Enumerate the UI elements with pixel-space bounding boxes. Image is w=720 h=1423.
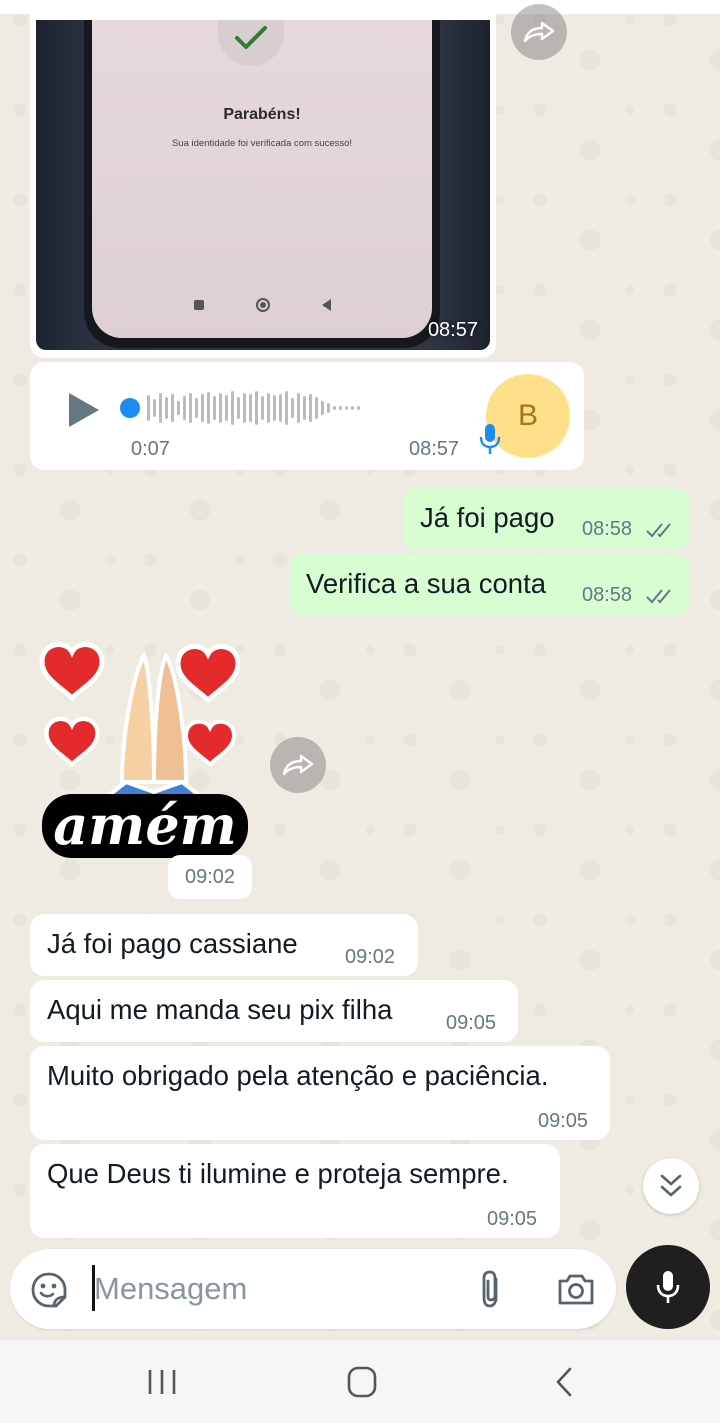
voice-progress-knob[interactable]: [120, 398, 140, 418]
phone-nav-buttons: [92, 298, 432, 312]
waveform-bar: [267, 393, 270, 423]
system-navigation-bar: [0, 1340, 720, 1423]
waveform-bar: [261, 396, 264, 420]
waveform-bar: [279, 394, 282, 422]
waveform-bar: [159, 393, 162, 423]
waveform-bar: [249, 394, 252, 422]
message-time: 09:02: [168, 855, 252, 899]
message-text: Verifica a sua conta: [306, 568, 547, 599]
phone-recents-icon: [193, 300, 204, 310]
waveform-bar: [195, 398, 198, 418]
voice-waveform[interactable]: [120, 388, 460, 428]
message-text: Já foi pago: [420, 502, 555, 533]
message-time: 08:58: [582, 518, 633, 540]
double-check-icon: [646, 523, 671, 538]
forward-button[interactable]: [270, 737, 326, 793]
screen-subtitle: Sua identidade foi verificada com sucess…: [171, 138, 353, 149]
message-time: 09:05: [487, 1208, 538, 1230]
waveform-bar: [297, 393, 300, 423]
message-time: 09:05: [538, 1110, 589, 1132]
scroll-to-bottom-button[interactable]: [643, 1158, 699, 1214]
image-message[interactable]: Parabéns! Sua identidade foi verificada …: [30, 14, 496, 358]
message-text: Já foi pago cassiane: [47, 928, 298, 959]
waveform-bar: [285, 391, 288, 425]
voice-record-button[interactable]: [626, 1245, 710, 1329]
message-text: Aqui me manda seu pix filha: [47, 994, 393, 1025]
mic-icon: [656, 1271, 680, 1303]
home-icon[interactable]: [342, 1366, 382, 1398]
waveform-bar: [183, 396, 186, 420]
camera-icon[interactable]: [556, 1271, 596, 1307]
waveform-bar: [165, 397, 168, 419]
waveform-bar: [243, 393, 246, 423]
message-text: Muito obrigado pela atenção e paciência.: [47, 1060, 549, 1091]
message-bubble-in[interactable]: Muito obrigado pela atenção e paciência.…: [30, 1046, 610, 1140]
waveform-bar: [327, 403, 330, 413]
sticker-text: amém: [53, 793, 237, 857]
forward-icon: [282, 754, 314, 776]
phone-home-icon: [255, 298, 270, 312]
waveform-bar: [213, 396, 216, 420]
waveform-bar: [303, 396, 306, 420]
message-bubble-in[interactable]: Aqui me manda seu pix filha 09:05: [30, 980, 518, 1042]
message-text: Que Deus ti ilumine e proteja sempre.: [47, 1158, 509, 1189]
message-composer: [10, 1249, 616, 1329]
back-icon[interactable]: [544, 1366, 584, 1398]
message-time: 08:57: [409, 438, 460, 460]
double-check-icon: [646, 589, 671, 604]
phone-back-icon: [321, 299, 331, 311]
emoji-icon[interactable]: [30, 1271, 68, 1309]
forward-button[interactable]: [511, 4, 567, 60]
waveform-bar: [207, 392, 210, 424]
message-bubble-in[interactable]: Que Deus ti ilumine e proteja sempre. 09…: [30, 1144, 560, 1238]
waveform-bar: [273, 395, 276, 421]
verification-photo[interactable]: Parabéns! Sua identidade foi verificada …: [36, 20, 490, 350]
waveform-bar: [291, 398, 294, 418]
message-time: 08:58: [582, 584, 633, 606]
waveform-bar: [231, 391, 234, 425]
waveform-bar: [225, 395, 228, 421]
phone-screen: Parabéns! Sua identidade foi verificada …: [92, 20, 432, 338]
waveform-bar: [153, 399, 156, 417]
waveform-bar: [321, 401, 324, 415]
message-bubble-in[interactable]: Já foi pago cassiane 09:02: [30, 914, 418, 976]
forward-icon: [523, 21, 555, 43]
waveform-bar: [147, 395, 150, 421]
waveform-bar: [171, 394, 174, 422]
waveform-bar: [345, 406, 348, 410]
voice-message[interactable]: 0:07 08:57 B: [30, 362, 584, 470]
waveform-bar: [339, 406, 342, 410]
waveform-bar: [333, 406, 336, 410]
message-time: 09:02: [345, 946, 396, 968]
message-time: 08:57: [427, 319, 478, 341]
attach-icon[interactable]: [476, 1269, 506, 1309]
amem-sticker[interactable]: amém: [30, 632, 260, 868]
screen-title: Parabéns!: [223, 106, 301, 123]
waveform-bar: [255, 391, 258, 425]
waveform-bar: [219, 393, 222, 423]
check-icon: [218, 20, 284, 66]
recents-icon[interactable]: [142, 1366, 182, 1398]
message-bubble-out[interactable]: Verifica a sua conta 08:58: [289, 554, 689, 616]
waveform-bar: [177, 401, 180, 415]
message-time: 09:05: [446, 1012, 497, 1034]
message-bubble-out[interactable]: Já foi pago 08:58: [403, 488, 689, 550]
waveform-bar: [309, 394, 312, 422]
message-input[interactable]: [94, 1263, 454, 1315]
top-strip: [0, 0, 720, 14]
mic-icon: [479, 424, 501, 454]
play-icon[interactable]: [66, 390, 102, 430]
waveform-bar: [315, 397, 318, 419]
waveform-bar: [351, 406, 354, 410]
chevron-down-icon: [660, 1174, 682, 1197]
waveform-bar: [237, 397, 240, 419]
phone-in-photo: Parabéns! Sua identidade foi verificada …: [84, 20, 440, 348]
voice-duration: 0:07: [131, 438, 170, 460]
waveform-bar: [357, 406, 360, 410]
waveform-bar: [189, 393, 192, 423]
waveform-bar: [201, 394, 204, 422]
